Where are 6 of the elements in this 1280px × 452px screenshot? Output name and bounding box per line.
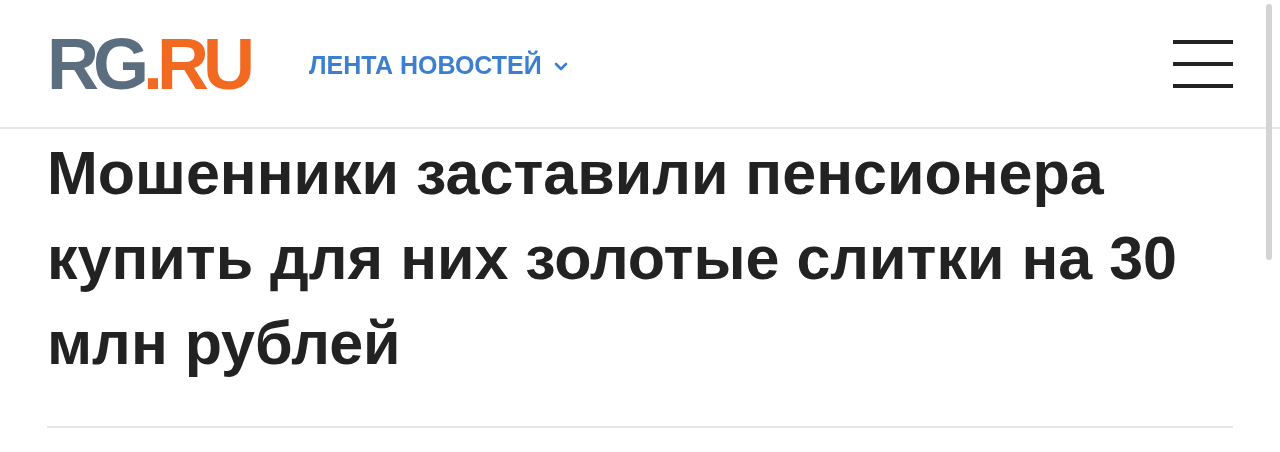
news-feed-dropdown[interactable]: ЛЕНТА НОВОСТЕЙ — [309, 51, 568, 80]
scrollbar-thumb[interactable] — [1266, 4, 1272, 260]
site-logo[interactable]: RG.RU — [47, 27, 249, 100]
article-headline: Мошенники заставили пенсионера купить для них золотые слитки на 30 млн рублей — [47, 138, 1179, 379]
menu-icon[interactable] — [1173, 39, 1233, 88]
chevron-icon — [553, 60, 568, 71]
